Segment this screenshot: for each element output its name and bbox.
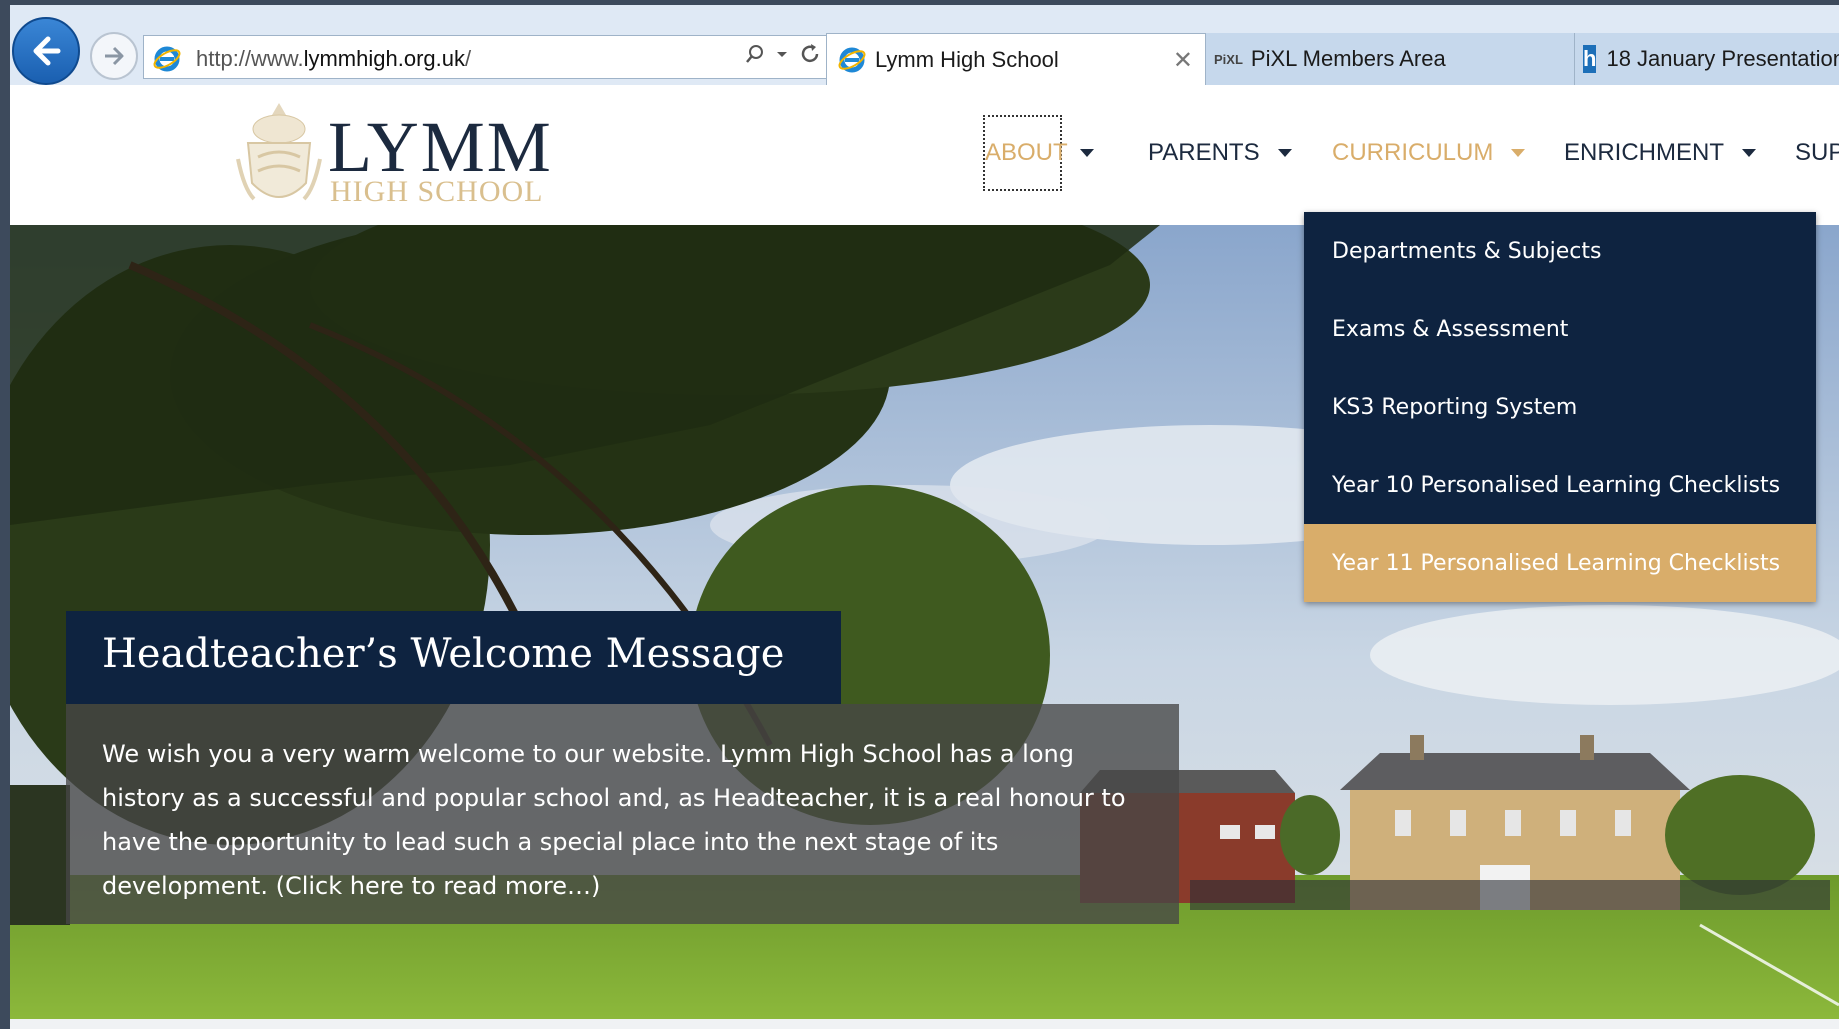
menu-item-ks3-reporting-system[interactable]: KS3 Reporting System <box>1304 368 1816 446</box>
nav-curriculum-label: CURRICULUM <box>1332 139 1494 166</box>
close-tab-icon[interactable]: ✕ <box>1173 46 1193 75</box>
pixl-favicon-icon: PiXL <box>1214 51 1243 67</box>
tab-18-january-presentation[interactable]: h 18 January Presentation <box>1574 33 1839 85</box>
menu-item-year10-checklists[interactable]: Year 10 Personalised Learning Checklists <box>1304 446 1816 524</box>
ie-logo-icon <box>153 46 181 72</box>
caret-down-icon <box>1080 149 1094 157</box>
welcome-title[interactable]: Headteacher’s Welcome Message <box>66 611 841 704</box>
chevron-down-icon[interactable] <box>776 43 788 65</box>
nav-support-label: SUP <box>1795 139 1839 166</box>
caret-down-icon <box>1277 149 1292 157</box>
welcome-body[interactable]: We wish you a very warm welcome to our w… <box>66 704 1179 924</box>
curriculum-dropdown-menu: Departments & Subjects Exams & Assessmen… <box>1304 212 1816 602</box>
back-arrow-icon <box>33 36 61 66</box>
nav-curriculum[interactable]: CURRICULUM <box>1332 113 1526 193</box>
tab-lymm-high-school[interactable]: Lymm High School ✕ <box>826 33 1206 85</box>
h-favicon-icon: h <box>1583 45 1597 73</box>
nav-parents-label: PARENTS <box>1148 139 1260 166</box>
logo-subtitle: HIGH SCHOOL <box>330 175 544 208</box>
caret-down-icon <box>1511 149 1526 157</box>
back-button[interactable] <box>12 17 80 85</box>
address-bar[interactable]: http://www.lymmhigh.org.uk/ <box>143 35 829 79</box>
nav-enrichment[interactable]: ENRICHMENT <box>1564 113 1756 193</box>
tab-label: Lymm High School <box>875 46 1059 72</box>
tab-pixl-members-area[interactable]: PiXL PiXL Members Area <box>1206 33 1574 85</box>
caret-down-icon <box>1742 149 1756 157</box>
menu-item-departments-subjects[interactable]: Departments & Subjects <box>1304 212 1816 290</box>
nav-support[interactable]: SUP <box>1795 113 1839 193</box>
refresh-icon[interactable] <box>798 42 822 66</box>
browser-toolbar: http://www.lymmhigh.org.uk/ Lymm High Sc… <box>10 5 1839 85</box>
logo-wordmark: LYMM <box>328 107 553 187</box>
menu-item-year11-checklists[interactable]: Year 11 Personalised Learning Checklists <box>1304 524 1816 602</box>
nav-about-label: ABOUT <box>983 115 1068 191</box>
address-url: http://www.lymmhigh.org.uk/ <box>196 46 472 71</box>
tab-label: 18 January Presentation <box>1606 46 1839 71</box>
site-header: LYMM HIGH SCHOOL ABOUT PARENTS CURRICULU… <box>10 85 1839 225</box>
nav-parents[interactable]: PARENTS <box>1148 113 1292 193</box>
tab-label: PiXL Members Area <box>1250 46 1446 71</box>
school-logo[interactable]: LYMM HIGH SCHOOL <box>234 93 564 223</box>
nav-about[interactable]: ABOUT <box>983 113 1094 193</box>
forward-button[interactable] <box>90 32 138 80</box>
search-icon[interactable] <box>744 43 766 65</box>
menu-item-exams-assessment[interactable]: Exams & Assessment <box>1304 290 1816 368</box>
page-bottom-strip <box>10 1019 1839 1029</box>
browser-window: http://www.lymmhigh.org.uk/ Lymm High Sc… <box>10 5 1839 1029</box>
nav-enrichment-label: ENRICHMENT <box>1564 139 1724 166</box>
school-crest-icon <box>236 103 322 201</box>
forward-arrow-icon <box>105 46 124 66</box>
ie-logo-icon <box>838 47 866 72</box>
